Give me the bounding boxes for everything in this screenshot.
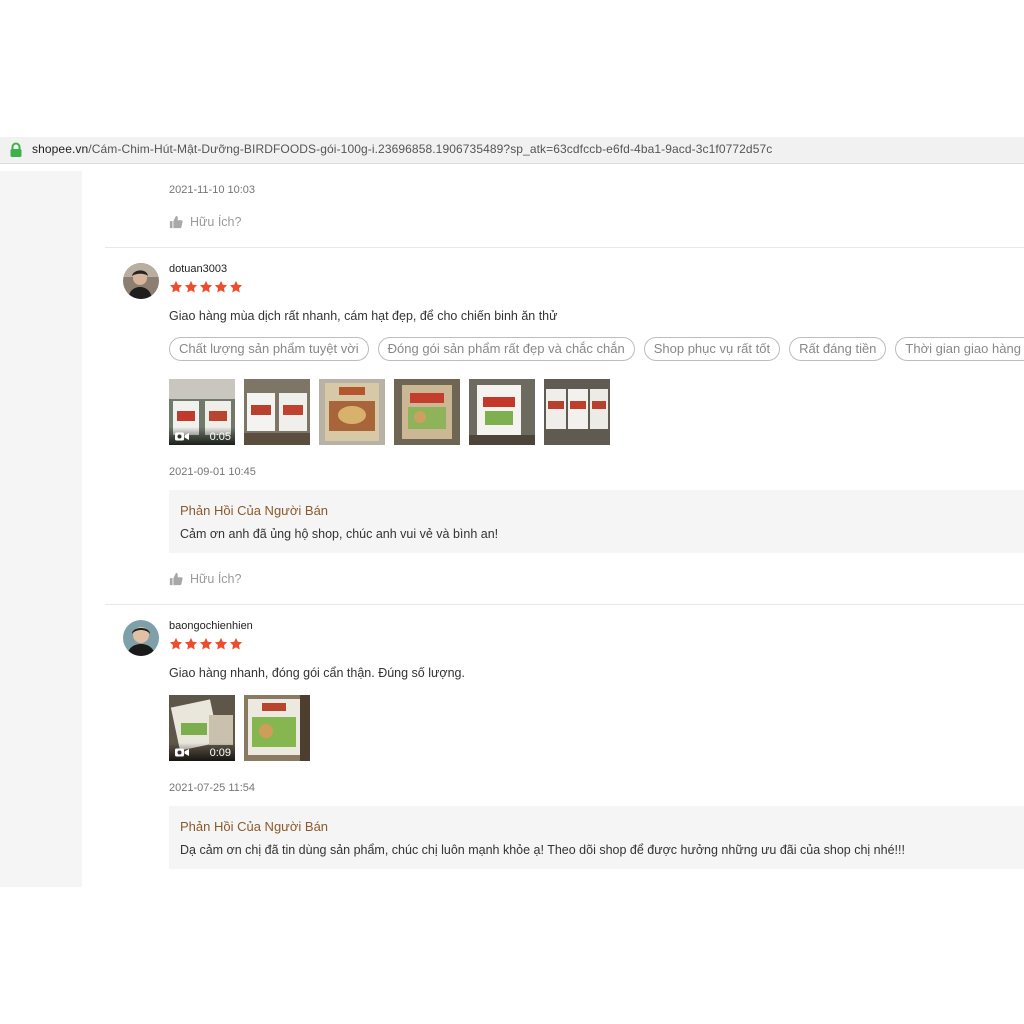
video-camera-icon (175, 748, 189, 757)
review-image-thumbnail[interactable] (319, 379, 385, 445)
reviewer-username: dotuan3003 (169, 263, 228, 275)
star-icon (199, 280, 213, 294)
video-camera-icon (175, 432, 189, 441)
star-icon (229, 637, 243, 651)
helpful-label: Hữu Ích? (190, 572, 242, 586)
helpful-button[interactable]: Hữu Ích? (169, 572, 241, 586)
left-gutter (0, 171, 82, 887)
review-media: 0:09 (169, 695, 310, 761)
star-icon (184, 637, 198, 651)
review-tag: Đóng gói sản phẩm rất đẹp và chắc chắn (377, 337, 635, 361)
thumbs-up-icon (169, 215, 183, 229)
star-icon (214, 280, 228, 294)
review-date: 2021-07-25 11:54 (169, 782, 256, 794)
thumbs-up-icon (169, 572, 183, 586)
review-image-thumbnail[interactable] (544, 379, 610, 445)
seller-reply-text: Cảm ơn anh đã ủng hộ shop, chúc anh vui … (180, 527, 499, 541)
review-date: 2021-11-10 10:03 (169, 184, 256, 196)
review-media: 0:05 (169, 379, 610, 445)
review-tag: Thời gian giao hàng rất nhanh (895, 337, 1024, 361)
avatar[interactable] (123, 620, 159, 656)
review-video-thumbnail[interactable]: 0:09 (169, 695, 235, 761)
helpful-label: Hữu Ích? (190, 215, 242, 229)
review-tag: Rất đáng tiền (789, 337, 887, 361)
seller-reply-title: Phản Hồi Của Người Bán (180, 819, 329, 834)
star-icon (169, 637, 183, 651)
review-image-thumbnail[interactable] (469, 379, 535, 445)
seller-reply-title: Phản Hồi Của Người Bán (180, 503, 329, 518)
review-video-thumbnail[interactable]: 0:05 (169, 379, 235, 445)
seller-reply: Phản Hồi Của Người Bán Cảm ơn anh đã ủng… (169, 490, 1024, 553)
video-duration: 0:05 (209, 431, 231, 443)
review-comment: Giao hàng nhanh, đóng gói cẩn thận. Đúng… (169, 666, 465, 680)
star-icon (199, 637, 213, 651)
review-image-thumbnail[interactable] (244, 379, 310, 445)
seller-reply: Phản Hồi Của Người Bán Dạ cảm ơn chị đã … (169, 806, 1024, 869)
secure-lock-icon (10, 142, 22, 157)
star-icon (214, 637, 228, 651)
star-rating (169, 637, 243, 651)
video-duration: 0:09 (209, 747, 231, 759)
star-icon (169, 280, 183, 294)
helpful-button[interactable]: Hữu Ích? (169, 215, 241, 229)
review-tag: Shop phục vụ rất tốt (643, 337, 781, 361)
review-divider (105, 604, 1024, 605)
review-image-thumbnail[interactable] (244, 695, 310, 761)
review-tags: Chất lượng sản phẩm tuyệt vời Đóng gói s… (169, 337, 1024, 361)
review-divider (105, 247, 1024, 248)
star-icon (229, 280, 243, 294)
url-text[interactable]: shopee.vn/Cám-Chim-Hút-Mật-Dưỡng-BIRDFOO… (32, 142, 772, 156)
avatar[interactable] (123, 263, 159, 299)
seller-reply-text: Dạ cảm ơn chị đã tin dùng sản phẩm, chúc… (180, 843, 905, 857)
url-path: /Cám-Chim-Hút-Mật-Dưỡng-BIRDFOODS-gói-10… (88, 142, 773, 156)
address-bar[interactable]: shopee.vn/Cám-Chim-Hút-Mật-Dưỡng-BIRDFOO… (0, 137, 1024, 164)
url-host: shopee.vn (32, 142, 89, 156)
review-date: 2021-09-01 10:45 (169, 466, 256, 478)
star-icon (184, 280, 198, 294)
star-rating (169, 280, 243, 294)
review-comment: Giao hàng mùa dịch rất nhanh, cám hạt đẹ… (169, 309, 558, 323)
review-image-thumbnail[interactable] (394, 379, 460, 445)
review-tag: Chất lượng sản phẩm tuyệt vời (169, 337, 369, 361)
reviewer-username: baongochienhien (169, 620, 253, 632)
